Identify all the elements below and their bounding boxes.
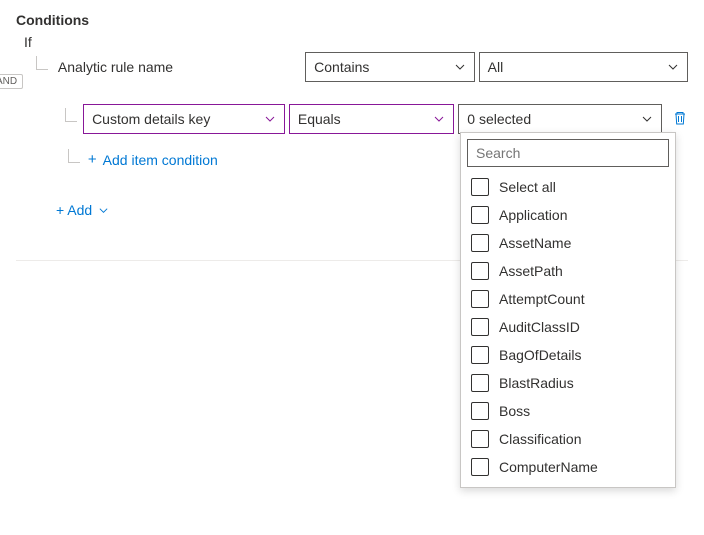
checkbox[interactable] (471, 430, 489, 448)
add-label: + Add (56, 202, 92, 218)
option-item[interactable]: Application (467, 201, 669, 229)
value-multiselect-row2[interactable]: 0 selected (458, 104, 662, 134)
option-label: Boss (499, 403, 530, 419)
operator-value: Contains (314, 59, 369, 75)
option-label: AssetName (499, 235, 571, 251)
if-label: If (24, 34, 688, 50)
option-item[interactable]: AuditClassID (467, 313, 669, 341)
add-condition-button[interactable]: + Add (56, 202, 109, 218)
option-item[interactable]: BlastRadius (467, 369, 669, 397)
operator-value: Equals (298, 111, 341, 127)
multiselect-dropdown: Select all Application AssetName AssetPath… (460, 132, 676, 488)
options-scroll[interactable]: Application AssetName AssetPath AttemptCoun… (467, 201, 669, 481)
option-item[interactable]: BagOfDetails (467, 341, 669, 369)
option-label: ComputerName (499, 459, 598, 475)
checkbox[interactable] (471, 346, 489, 364)
option-label: AuditClassID (499, 319, 580, 335)
value-text: 0 selected (467, 111, 531, 127)
operator-select-row2[interactable]: Equals (289, 104, 454, 134)
checkbox[interactable] (471, 402, 489, 420)
option-label: BlastRadius (499, 375, 574, 391)
option-label: Select all (499, 179, 556, 195)
field-value: Custom details key (92, 111, 210, 127)
chevron-down-icon (641, 113, 653, 125)
option-item[interactable]: ComputerName (467, 453, 669, 481)
chevron-down-icon (433, 113, 445, 125)
operator-select-row1[interactable]: Contains (305, 52, 475, 82)
add-item-condition-button[interactable]: + Add item condition (88, 151, 218, 168)
option-label: Classification (499, 431, 581, 447)
search-input[interactable] (467, 139, 669, 167)
value-text: All (488, 59, 504, 75)
checkbox[interactable] (471, 178, 489, 196)
option-item[interactable]: AssetName (467, 229, 669, 257)
add-item-condition-label: Add item condition (103, 152, 218, 168)
checkbox[interactable] (471, 206, 489, 224)
chevron-down-icon (454, 61, 466, 73)
option-label: BagOfDetails (499, 347, 581, 363)
option-select-all[interactable]: Select all (467, 173, 669, 201)
field-select-row2[interactable]: Custom details key (83, 104, 285, 134)
option-item[interactable]: AssetPath (467, 257, 669, 285)
chevron-down-icon (98, 205, 109, 216)
chevron-down-icon (667, 61, 679, 73)
option-item[interactable]: Boss (467, 397, 669, 425)
delete-condition-button[interactable] (672, 110, 688, 129)
tree-connector (26, 59, 50, 76)
checkbox[interactable] (471, 262, 489, 280)
checkbox[interactable] (471, 458, 489, 476)
tree-connector (56, 111, 79, 128)
checkbox[interactable] (471, 374, 489, 392)
option-label: AttemptCount (499, 291, 585, 307)
option-item[interactable]: Classification (467, 425, 669, 453)
checkbox[interactable] (471, 290, 489, 308)
tree-connector (58, 152, 82, 169)
option-label: Application (499, 207, 568, 223)
checkbox[interactable] (471, 234, 489, 252)
field-label: Analytic rule name (54, 59, 293, 75)
option-item[interactable]: AttemptCount (467, 285, 669, 313)
section-title: Conditions (16, 12, 688, 28)
chevron-down-icon (264, 113, 276, 125)
and-badge: AND (0, 74, 23, 89)
plus-icon: + (88, 151, 97, 168)
checkbox[interactable] (471, 318, 489, 336)
option-label: AssetPath (499, 263, 563, 279)
value-select-row1[interactable]: All (479, 52, 688, 82)
